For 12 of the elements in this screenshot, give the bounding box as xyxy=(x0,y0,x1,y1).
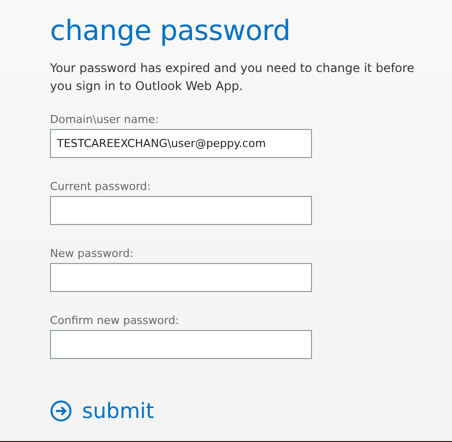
field-label: Current password: xyxy=(50,180,151,194)
field-label: Domain\user name: xyxy=(50,113,159,127)
page-title: change password xyxy=(50,14,290,48)
field-label: New password: xyxy=(50,247,134,261)
input-field[interactable]: TESTCAREEXCHANG\user@peppy.com xyxy=(50,129,312,158)
input-field[interactable] xyxy=(50,263,312,292)
submit-button[interactable]: submit xyxy=(50,399,154,423)
field-label: Confirm new password: xyxy=(50,314,180,328)
arrow-circle-icon xyxy=(50,400,72,422)
input-field[interactable] xyxy=(50,330,312,359)
input-field[interactable] xyxy=(50,196,312,225)
expiry-message: Your password has expired and you need to change it before you sign in to Outlook Web App. xyxy=(50,60,416,95)
